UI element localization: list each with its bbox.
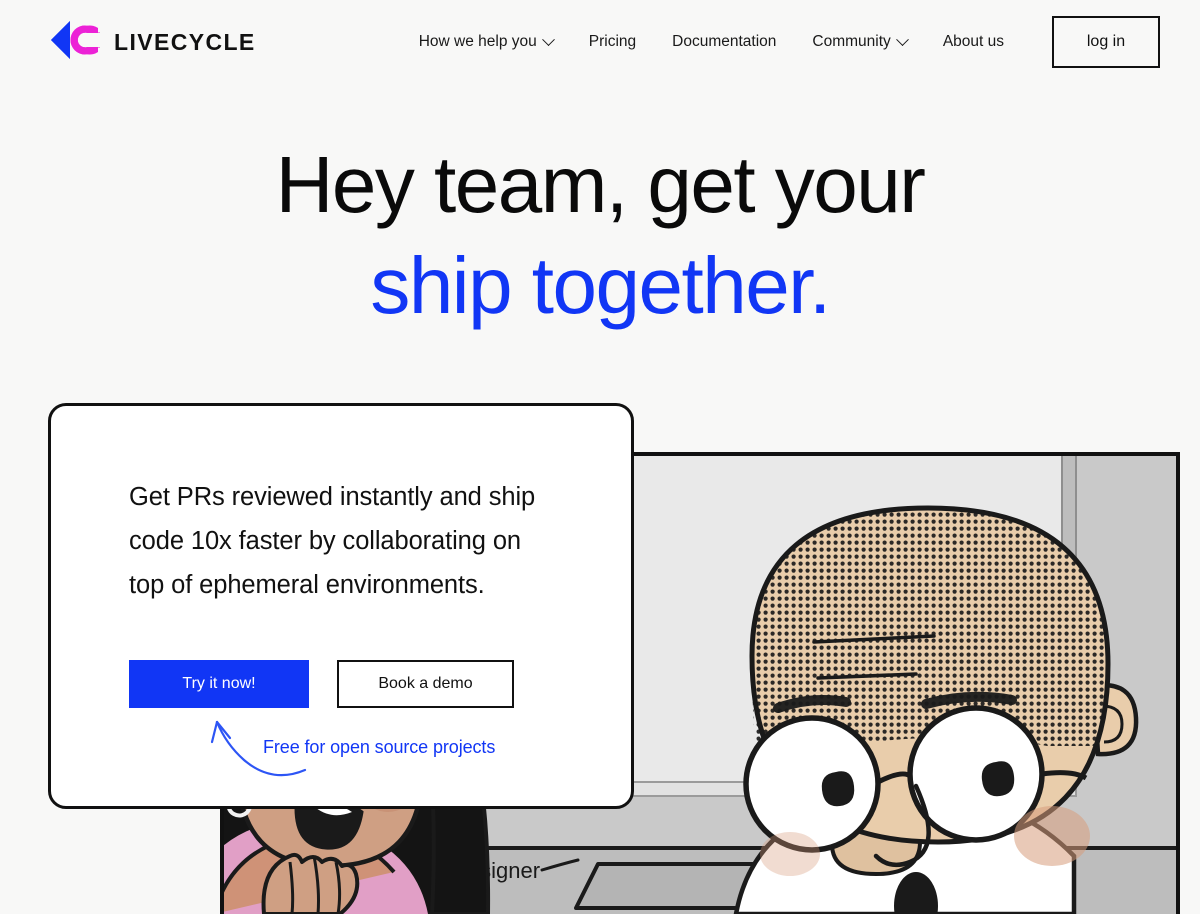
try-it-now-button[interactable]: Try it now! <box>129 659 309 708</box>
chevron-down-icon <box>895 32 909 46</box>
nav-item-documentation[interactable]: Documentation <box>654 23 794 61</box>
free-for-open-source-note: Free for open source projects <box>263 737 496 757</box>
logo[interactable]: LIVECYCLE <box>40 18 256 67</box>
developer-person <box>733 505 1139 914</box>
logo-wordmark: LIVECYCLE <box>114 28 256 55</box>
nav-item-pricing[interactable]: Pricing <box>571 23 654 61</box>
page-title: Hey team, get your ship together. <box>0 135 1200 337</box>
chevron-c-logo-icon <box>40 18 106 67</box>
hero-title-line-1: Hey team, get your <box>275 140 926 229</box>
nav-item-about-us[interactable]: About us <box>925 23 1022 61</box>
nav-item-community[interactable]: Community <box>794 23 924 61</box>
nav-label: Pricing <box>588 33 637 50</box>
hero-card-actions: Try it now! Book a demo <box>129 659 631 708</box>
hero-title-line-2: ship together. <box>370 240 831 330</box>
book-a-demo-button[interactable]: Book a demo <box>337 659 514 708</box>
nav-label: Documentation <box>672 33 777 50</box>
nav-label: Community <box>812 33 891 50</box>
nav-label: About us <box>942 33 1004 50</box>
nav-item-how-we-help-you[interactable]: How we help you <box>401 23 571 61</box>
main-nav: How we help you Pricing Documentation Co… <box>401 16 1160 68</box>
chevron-down-icon <box>541 32 555 46</box>
nav-label: How we help you <box>418 33 537 50</box>
hero-card-body: Get PRs reviewed instantly and ship code… <box>129 483 536 599</box>
login-button[interactable]: log in <box>1052 16 1160 68</box>
site-header: LIVECYCLE How we help you Pricing Docume… <box>0 0 1200 84</box>
